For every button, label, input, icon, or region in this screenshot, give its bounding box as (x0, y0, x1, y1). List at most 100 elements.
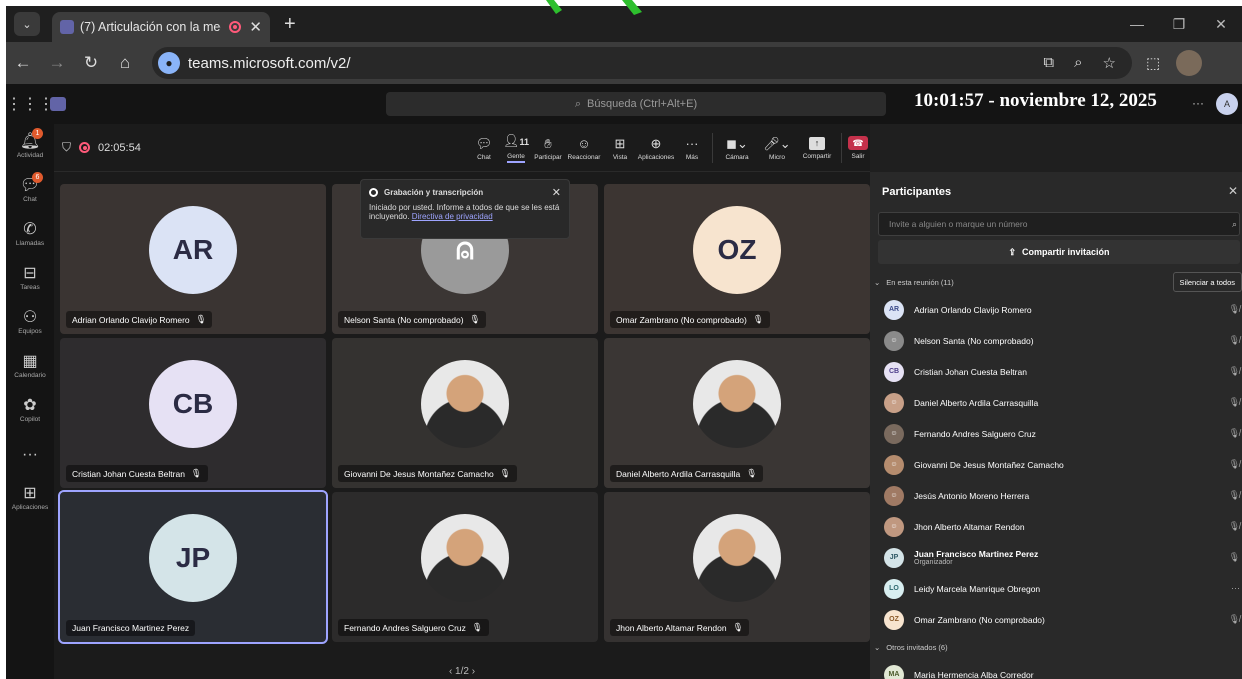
app-launcher-icon[interactable]: ⋮⋮⋮ (6, 94, 54, 114)
video-tile[interactable]: OZ Omar Zambrano (No comprobado) 🎙︎ (604, 184, 870, 334)
notification-badge: 1 (32, 128, 43, 139)
video-tile[interactable]: Jhon Alberto Altamar Rendon 🎙︎ (604, 492, 870, 642)
share-button[interactable]: ↑ Compartir (797, 136, 837, 160)
rail-item-more[interactable]: ··· (6, 432, 54, 476)
bookmark-star-icon[interactable]: ☆ (1103, 54, 1116, 72)
view-button[interactable]: ⊞ Vista (604, 136, 636, 161)
rail-item-tareas[interactable]: ⊟ Tareas (6, 256, 54, 300)
avatar: AR (884, 299, 904, 320)
participant-row[interactable]: ☺ Jesús Antonio Moreno Herrera 🎙︎̸ (870, 480, 1242, 511)
video-tile[interactable]: Giovanni De Jesus Montañez Camacho 🎙︎ (332, 338, 598, 488)
mic-off-icon: 🎙︎ (190, 468, 202, 478)
participant-row[interactable]: AR Adrian Orlando Clavijo Romero 🎙︎̸ (870, 294, 1242, 325)
restore-icon[interactable]: ❐ (1158, 16, 1200, 33)
participant-row[interactable]: ☺ Giovanni De Jesus Montañez Camacho 🎙︎̸ (870, 449, 1242, 480)
mic-off-icon[interactable]: 🎙︎̸ (1229, 490, 1240, 501)
privacy-policy-link[interactable]: Directiva de privacidad (412, 212, 493, 221)
search-input[interactable]: ⌕ Búsqueda (Ctrl+Alt+E) (386, 92, 886, 116)
close-window-icon[interactable]: ✕ (1200, 16, 1242, 33)
mic-off-icon[interactable]: 🎙︎̸ (1229, 335, 1240, 346)
raise-hand-button[interactable]: ✋︎ Participar (532, 136, 564, 161)
forward-icon[interactable]: → (40, 53, 74, 73)
rail-item-actividad[interactable]: 🔔︎ Actividad 1 (6, 124, 54, 168)
extensions-icon[interactable]: ⬚ (1146, 54, 1160, 72)
video-tile[interactable]: Daniel Alberto Ardila Carrasquilla 🎙︎ (604, 338, 870, 488)
invitee-row[interactable]: MA Maria Hermencia Alba Corredor (870, 659, 1242, 679)
back-icon[interactable]: ← (6, 53, 40, 73)
react-button[interactable]: ☺ Reaccionar (564, 136, 604, 161)
my-avatar[interactable]: A (1216, 93, 1238, 115)
close-panel-icon[interactable]: ✕ (1228, 184, 1238, 198)
mic-off-icon: 🎙︎ (469, 314, 481, 324)
more-options-icon[interactable]: ··· (1231, 583, 1240, 593)
browser-tab[interactable]: (7) Articulación con la medi ✕ (52, 12, 270, 42)
mic-button[interactable]: 🎤︎⌄ Micro (757, 136, 797, 161)
tile-name-label: Adrian Orlando Clavijo Romero 🎙︎ (66, 311, 213, 328)
share-screen-icon: ↑ (809, 136, 825, 150)
participant-row[interactable]: ☺ Nelson Santa (No comprobado) 🎙︎̸ (870, 325, 1242, 356)
search-icon: ⌕ (574, 97, 582, 110)
url-field[interactable]: ● teams.microsoft.com/v2/ ⧉ ⌕ ☆ (152, 47, 1132, 79)
zoom-icon[interactable]: ⌕ (1074, 54, 1082, 72)
rail-item-chat[interactable]: 💬︎ Chat 6 (6, 168, 54, 212)
minimize-icon[interactable]: — (1116, 16, 1158, 32)
participant-row[interactable]: JP Juan Francisco Martinez Perez Organizad… (870, 542, 1242, 573)
panel-header: Participantes ✕ (870, 172, 1242, 212)
cast-icon[interactable]: ⧉ (1043, 54, 1054, 72)
mic-on-icon[interactable]: 🎙︎ (1229, 552, 1240, 563)
avatar: ☺ (884, 454, 904, 475)
tab-search-button[interactable]: ⌄ (14, 12, 40, 36)
mic-off-icon[interactable]: 🎙︎̸ (1229, 304, 1240, 315)
share-invite-button[interactable]: ⇪ Compartir invitación (878, 240, 1240, 264)
avatar: LO (884, 578, 904, 599)
more-button[interactable]: ··· Más (676, 136, 708, 161)
video-tile[interactable]: CB Cristian Johan Cuesta Beltran 🎙︎ (60, 338, 326, 488)
grid-pager[interactable]: ‹ 1/2 › (54, 666, 870, 677)
leave-button[interactable]: ☎︎ Salir (846, 136, 870, 160)
video-tile[interactable]: AR Adrian Orlando Clavijo Romero 🎙︎ (60, 184, 326, 334)
chat-button[interactable]: 💬︎ Chat (468, 136, 500, 161)
home-icon[interactable]: ⌂ (108, 53, 142, 73)
people-button[interactable]: 👤︎11 Gente (500, 133, 532, 163)
rail-item-calendario[interactable]: ▦ Calendario (6, 344, 54, 388)
new-tab-button[interactable]: + (284, 13, 296, 36)
participant-row[interactable]: ☺ Jhon Alberto Altamar Rendon 🎙︎̸ (870, 511, 1242, 542)
rail-item-copilot[interactable]: ✿ Copilot (6, 388, 54, 432)
mic-off-icon[interactable]: 🎙︎̸ (1229, 459, 1240, 470)
video-tile[interactable]: Fernando Andres Salguero Cruz 🎙︎ (332, 492, 598, 642)
microphone-permission-icon[interactable]: ● (158, 52, 180, 74)
copilot-icon: ✿ (23, 397, 37, 414)
window-controls: — ❐ ✕ (1116, 6, 1242, 42)
recording-icon (229, 21, 242, 33)
participant-row[interactable]: ☺ Daniel Alberto Ardila Carrasquilla 🎙︎̸ (870, 387, 1242, 418)
mute-all-button[interactable]: Silenciar a todos (1172, 272, 1242, 292)
mic-off-icon[interactable]: 🎙︎̸ (1229, 397, 1240, 408)
hand-icon: ✋︎ (544, 135, 552, 151)
participant-row[interactable]: LO Leidy Marcela Manrique Obregon ··· (870, 573, 1242, 604)
mic-off-icon[interactable]: 🎙︎̸ (1229, 366, 1240, 377)
apps-button[interactable]: ⊕ Aplicaciones (636, 136, 676, 161)
reload-icon[interactable]: ↻ (74, 53, 108, 73)
camera-off-icon: ◼︎⌄ (726, 135, 748, 151)
rail-item-equipos[interactable]: ⚇ Equipos (6, 300, 54, 344)
invite-input[interactable]: Invite a alguien o marque un número ⌕ (878, 212, 1240, 236)
participant-row[interactable]: OZ Omar Zambrano (No comprobado) 🎙︎̸ (870, 604, 1242, 635)
rail-item-aplicaciones[interactable]: ⊞ Aplicaciones (6, 476, 54, 520)
mic-off-icon[interactable]: 🎙︎̸ (1229, 521, 1240, 532)
video-tile[interactable]: JP Juan Francisco Martinez Perez (58, 490, 328, 644)
meeting-controls: 💬︎ Chat 👤︎11 Gente ✋︎ Participar ☺ Reacciona… (468, 124, 870, 172)
rail-item-llamadas[interactable]: ✆ Llamadas (6, 212, 54, 256)
mic-off-icon[interactable]: 🎙︎̸ (1229, 614, 1240, 625)
profile-avatar[interactable] (1176, 50, 1203, 76)
participant-row[interactable]: CB Cristian Johan Cuesta Beltran 🎙︎̸ (870, 356, 1242, 387)
close-tab-icon[interactable]: ✕ (249, 18, 262, 36)
in-meeting-section-header[interactable]: ⌄ En esta reunión (11) Silenciar a todos (870, 270, 1242, 294)
mic-off-icon[interactable]: 🎙︎̸ (1229, 428, 1240, 439)
participant-name: Jesús Antonio Moreno Herrera (914, 490, 1030, 501)
more-options-icon[interactable]: ··· (1192, 96, 1204, 110)
close-icon[interactable]: ✕ (552, 186, 561, 199)
participant-row[interactable]: ☺ Fernando Andres Salguero Cruz 🎙︎̸ (870, 418, 1242, 449)
others-section-header[interactable]: ⌄ Otros invitados (6) (870, 635, 1242, 659)
camera-button[interactable]: ◼︎⌄ Cámara (717, 136, 757, 161)
people-icon: 👤︎11 (502, 133, 530, 148)
